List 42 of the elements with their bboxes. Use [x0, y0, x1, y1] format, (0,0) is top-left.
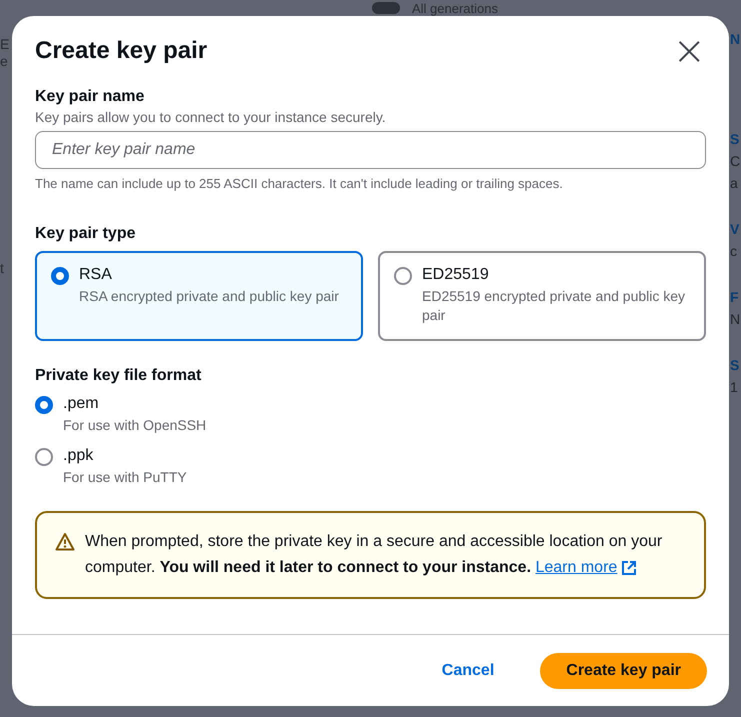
radio-button[interactable] [35, 448, 53, 466]
option-tile[interactable]: RSA RSA encrypted private and public key pair [35, 251, 363, 341]
background-text: c [730, 242, 738, 261]
close-button[interactable]: × [672, 36, 706, 66]
field-label: Key pair name [35, 88, 146, 106]
background-text: t [0, 260, 5, 277]
background-text: e [0, 53, 9, 70]
background-text: N [730, 310, 741, 329]
radio-button[interactable] [394, 267, 412, 285]
learn-more-link[interactable]: Learn more [535, 555, 638, 581]
field-description: Key pairs allow you to connect to your instance securely. [35, 109, 387, 125]
option-description: RSA encrypted private and public key pair [79, 287, 339, 306]
dialog-title: Create key pair [35, 37, 208, 65]
background-heading: N [730, 30, 741, 49]
option-description: For use with PuTTY [63, 468, 187, 487]
background-text: 1 [730, 378, 739, 397]
background-heading: S [730, 356, 740, 375]
radio-button[interactable] [35, 396, 53, 414]
toggle-label: All generations [412, 0, 498, 16]
background-text: E [0, 36, 10, 53]
option-title: ED25519 [422, 266, 490, 284]
field-label: Key pair type [35, 225, 136, 243]
option-title: .pem [63, 395, 100, 413]
warning-message: When prompted, store the private key in a secure and accessible location on your computer. You will need it later to connect to your instance. Learn more [85, 529, 686, 581]
cancel-button[interactable]: Cancel [422, 654, 514, 688]
option-description: For use with OpenSSH [63, 416, 206, 435]
background-heading: F [730, 288, 740, 307]
field-hint: The name can include up to 255 ASCII characters. It can't include leading or trailing spaces. [35, 176, 564, 191]
option-tile[interactable]: ED25519 ED25519 encrypted private and public key pair [378, 251, 706, 341]
background-heading: S [730, 130, 740, 149]
create-key-pair-button[interactable]: Create key pair [540, 653, 707, 689]
radio-button[interactable] [51, 267, 69, 285]
option-title: RSA [79, 266, 113, 284]
background-heading: V [730, 220, 740, 239]
background-text: C [730, 152, 741, 171]
background-text: a [730, 174, 739, 193]
field-label: Private key file format [35, 367, 202, 385]
option-description: ED25519 encrypted private and public key pair [422, 287, 686, 325]
input-field[interactable]: Enter key pair name [35, 131, 706, 169]
external-link-icon [621, 560, 638, 576]
warning-icon [55, 532, 75, 552]
option-title: .ppk [63, 447, 94, 465]
